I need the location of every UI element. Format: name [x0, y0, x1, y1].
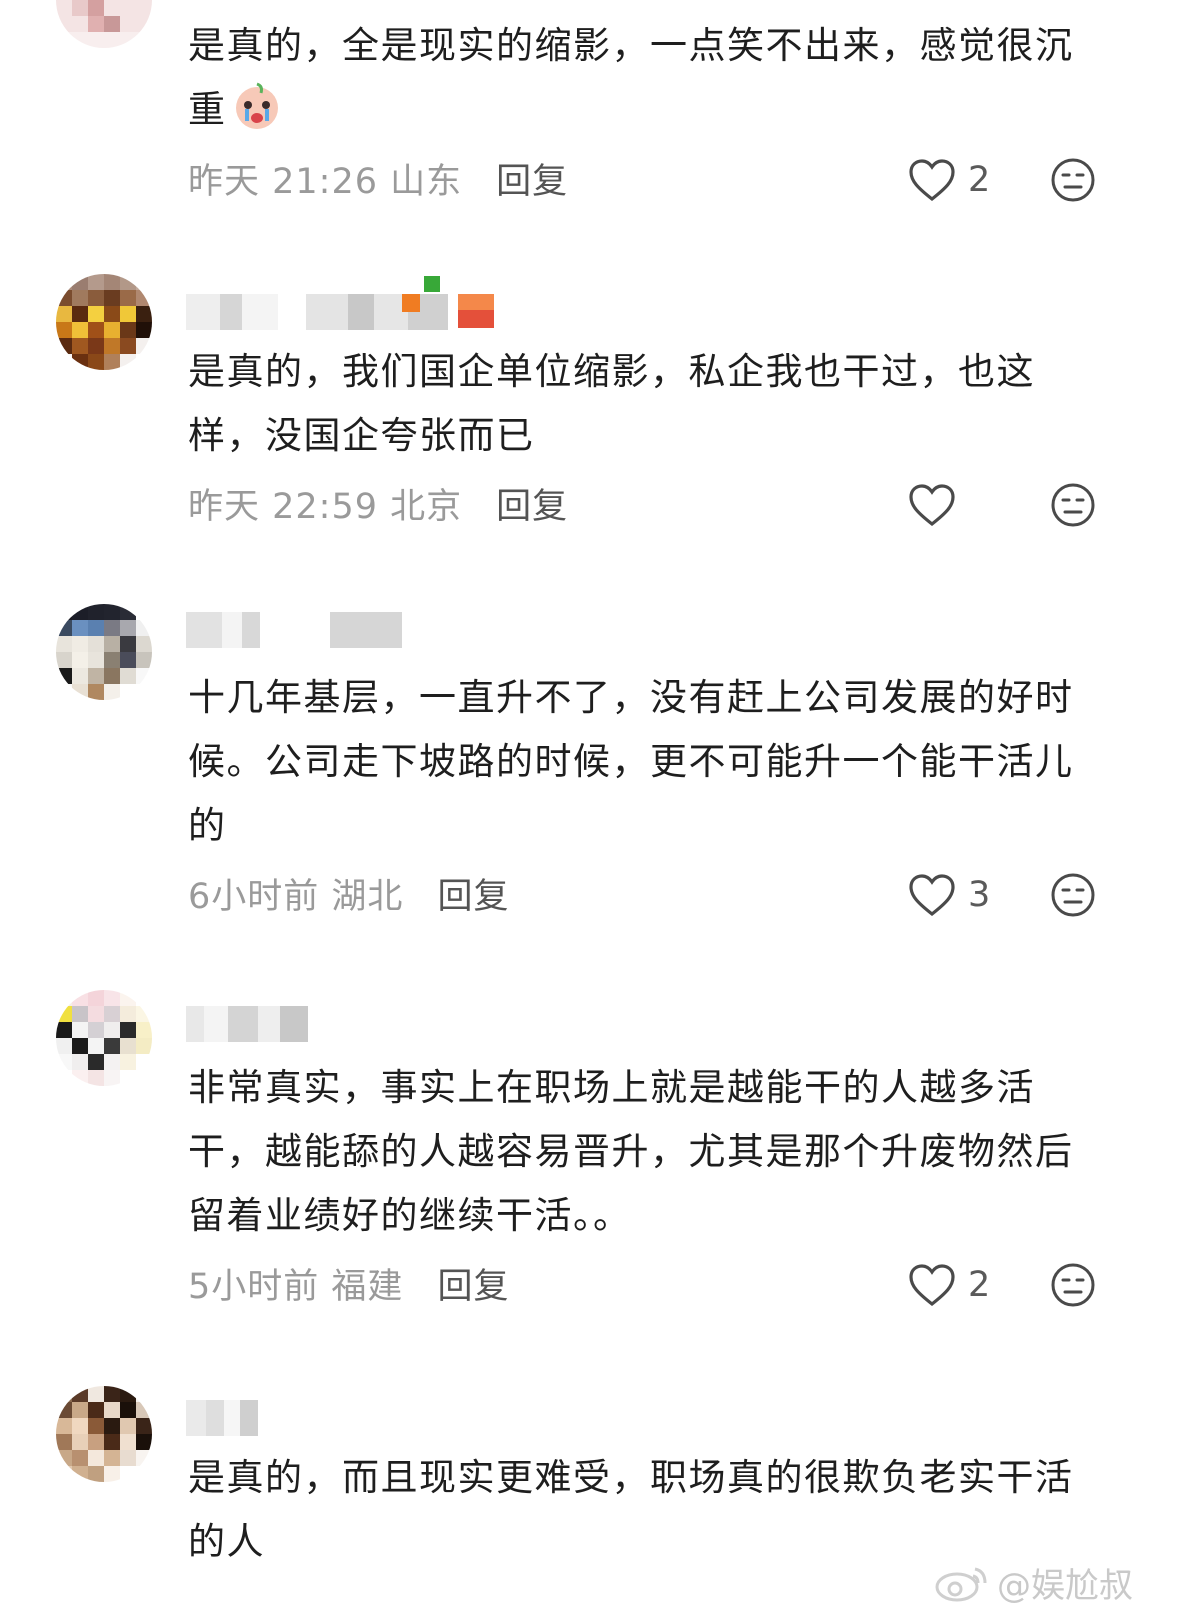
avatar[interactable]	[56, 604, 152, 700]
comment-time: 昨天 22:59	[188, 486, 378, 527]
avatar[interactable]	[56, 0, 152, 48]
username-blurred[interactable]	[186, 1398, 258, 1438]
avatar[interactable]	[56, 990, 152, 1086]
reply-button[interactable]: 回复	[496, 153, 568, 204]
watermark-text: @娱尬叔	[997, 1566, 1133, 1606]
comment-text: 是真的，而且现实更难受，职场真的很欺负老实干活的人	[188, 1456, 1074, 1563]
reply-button[interactable]: 回复	[437, 1258, 509, 1309]
like-count: 3	[968, 875, 991, 915]
avatar[interactable]	[56, 274, 152, 370]
comment-time: 昨天 21:26	[188, 161, 378, 202]
heart-outline-icon	[909, 1264, 955, 1307]
comment-text: 是真的，全是现实的缩影，一点笑不出来，感觉很沉重	[188, 24, 1074, 131]
like-button[interactable]	[908, 480, 968, 530]
username-blurred[interactable]	[186, 1004, 308, 1044]
like-button[interactable]: 2	[908, 1260, 990, 1310]
avatar[interactable]	[56, 1386, 152, 1482]
comment-time: 6小时前	[188, 876, 320, 917]
comment-text: 非常真实，事实上在职场上就是越能干的人越多活干，越能舔的人越容易晋升，尤其是那个…	[188, 1066, 1074, 1237]
reply-button[interactable]: 回复	[496, 478, 568, 529]
heart-outline-icon	[909, 159, 955, 202]
comment-location: 山东	[390, 161, 463, 202]
like-button[interactable]: 2	[908, 155, 990, 205]
neutral-face-icon[interactable]	[1050, 157, 1096, 203]
reply-button[interactable]: 回复	[437, 868, 509, 919]
crying-face-emoji	[235, 82, 278, 129]
comment-meta: 6小时前 湖北 回复	[188, 868, 509, 918]
neutral-face-icon[interactable]	[1050, 872, 1096, 918]
watermark: @娱尬叔	[933, 1558, 1133, 1607]
heart-outline-icon	[909, 874, 955, 917]
comment-meta: 昨天 21:26 山东 回复	[188, 153, 568, 203]
comment-location: 北京	[390, 486, 463, 527]
like-count: 2	[968, 160, 991, 200]
comment-text: 是真的，我们国企单位缩影，私企我也干过，也这样，没国企夸张而已	[188, 350, 1035, 457]
neutral-face-icon[interactable]	[1050, 482, 1096, 528]
neutral-face-icon[interactable]	[1050, 1262, 1096, 1308]
weibo-logo-icon	[935, 1567, 987, 1601]
like-count: 2	[968, 1265, 991, 1305]
comment-meta: 昨天 22:59 北京 回复	[188, 478, 568, 528]
comment-location: 福建	[331, 1266, 404, 1307]
like-button[interactable]: 3	[908, 870, 990, 920]
comment-text: 十几年基层，一直升不了，没有赶上公司发展的好时候。公司走下坡路的时候，更不可能升…	[188, 676, 1074, 847]
heart-outline-icon	[909, 484, 955, 527]
user-badge-icon	[402, 274, 494, 330]
comment-meta: 5小时前 福建 回复	[188, 1258, 509, 1308]
username-blurred[interactable]	[186, 610, 402, 650]
comment-time: 5小时前	[188, 1266, 320, 1307]
comment-location: 湖北	[331, 876, 404, 917]
